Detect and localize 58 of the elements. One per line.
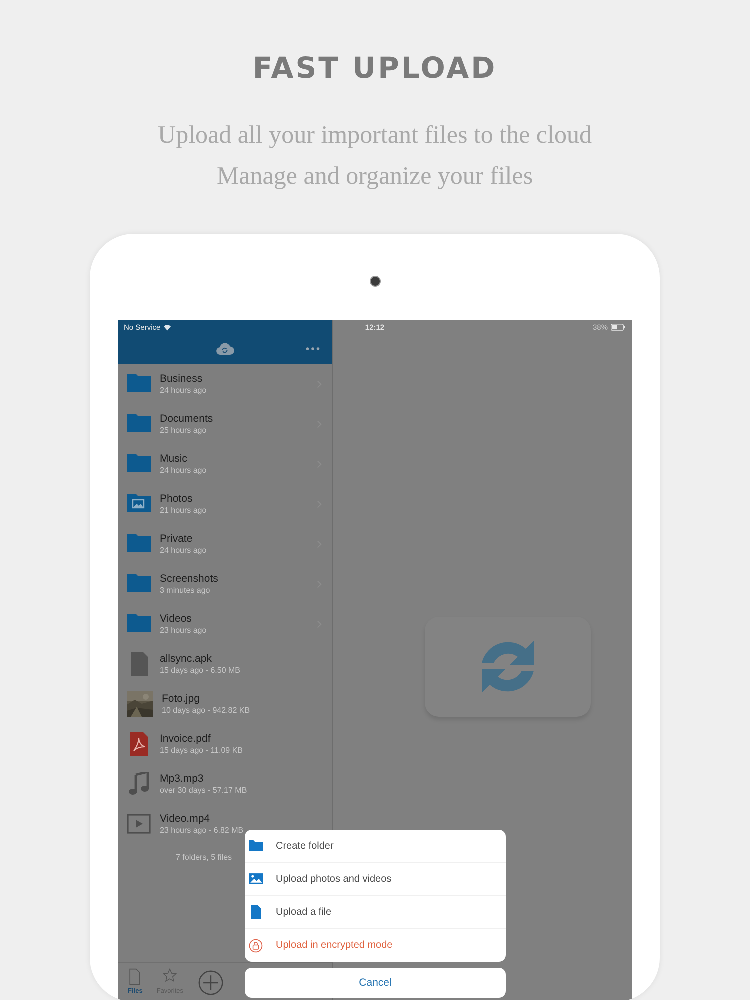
more-icon[interactable] [306,347,320,351]
wifi-icon [164,324,171,330]
add-button[interactable] [198,970,224,996]
camera-dot [370,276,380,287]
cloud-sync-icon[interactable] [216,342,234,356]
file-detail: 24 hours ago [160,464,208,476]
file-detail: 25 hours ago [160,424,208,436]
file-detail: over 30 days - 57.17 MB [160,784,248,796]
file-row[interactable]: Private 24 hours ago [118,524,332,564]
file-detail: 21 hours ago [160,504,208,516]
file-row[interactable]: Music 24 hours ago [118,444,332,484]
sheet-option[interactable]: Upload photos and videos [245,863,506,896]
file-name: Documents [160,412,214,424]
folder-icon [249,839,263,853]
file-row[interactable]: allsync.apk 15 days ago - 6.50 MB [118,644,332,684]
file-icon [249,905,263,919]
file-row[interactable]: Photos 21 hours ago [118,484,332,524]
item-count: 7 folders, 5 files [176,853,232,862]
file-name: Video.mp4 [160,812,212,824]
file-row[interactable]: Documents 25 hours ago [118,404,332,444]
cancel-button[interactable]: Cancel [245,968,506,998]
file-detail: 23 hours ago [160,624,208,636]
file-row[interactable]: Screenshots 3 minutes ago [118,564,332,604]
file-detail: 3 minutes ago [160,584,212,596]
file-detail: 23 hours ago - 6.82 MB [160,824,245,836]
subtitle-line: Upload all your important files to the cloud [158,121,592,151]
file-name: Screenshots [160,572,220,584]
sheet-option[interactable]: Create folder [245,830,506,863]
file-name: allsync.apk [160,652,213,664]
file-row[interactable]: Business 24 hours ago [118,364,332,404]
file-name: Music [160,452,188,464]
file-detail: 24 hours ago [160,384,208,396]
file-name: Photos [160,492,194,504]
file-detail: 24 hours ago [160,544,208,556]
file-name: Private [160,532,194,544]
file-name: Business [160,372,204,384]
document-icon [128,968,142,986]
file-name: Mp3.mp3 [160,772,205,784]
file-detail: 15 days ago - 6.50 MB [160,664,242,676]
file-row[interactable]: Invoice.pdf 15 days ago - 11.09 KB [118,724,332,764]
headline: FAST UPLOAD [252,52,498,84]
file-detail: 10 days ago - 942.82 KB [162,704,252,716]
play-icon [127,812,151,836]
file-name: Foto.jpg [162,692,201,704]
music-note-icon [127,772,151,796]
file-detail: 15 days ago - 11.09 KB [160,744,244,756]
subtitle-line: Manage and organize your files [216,162,534,192]
file-row[interactable]: Foto.jpg 10 days ago - 942.82 KB [118,684,332,724]
file-row[interactable]: Mp3.mp3 over 30 days - 57.17 MB [118,764,332,804]
file-name: Invoice.pdf [160,732,212,744]
sheet-option[interactable]: Upload in encrypted mode [245,929,506,962]
file-row[interactable]: Videos 23 hours ago [118,604,332,644]
file-name: Videos [160,612,193,624]
image-icon [249,872,263,886]
pdf-icon [127,732,151,756]
battery-icon [611,324,626,331]
sheet-option[interactable]: Upload a file [245,896,506,929]
lock-icon [249,938,263,952]
